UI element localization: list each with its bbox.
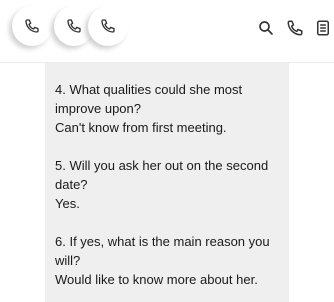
qa-content-panel: 4. What qualities could she most improve…	[45, 63, 289, 302]
answer-6: Would like to know more about her.	[55, 272, 258, 287]
call-bubble-3[interactable]	[88, 6, 128, 46]
top-toolbar	[0, 0, 334, 63]
phone-icon	[101, 19, 115, 33]
search-icon[interactable]	[257, 19, 275, 37]
qa-text: 4. What qualities could she most improve…	[55, 80, 287, 289]
phone-icon	[25, 19, 39, 33]
question-4: 4. What qualities could she most improve…	[55, 82, 243, 116]
answer-5: Yes.	[55, 196, 80, 211]
phone-icon[interactable]	[286, 19, 304, 37]
call-bubble-1[interactable]	[12, 6, 52, 46]
question-6: 6. If yes, what is the main reason you w…	[55, 234, 270, 268]
answer-4: Can't know from first meeting.	[55, 120, 227, 135]
question-5: 5. Will you ask her out on the second da…	[55, 158, 269, 192]
phone-icon	[67, 19, 81, 33]
document-icon[interactable]	[314, 19, 332, 37]
